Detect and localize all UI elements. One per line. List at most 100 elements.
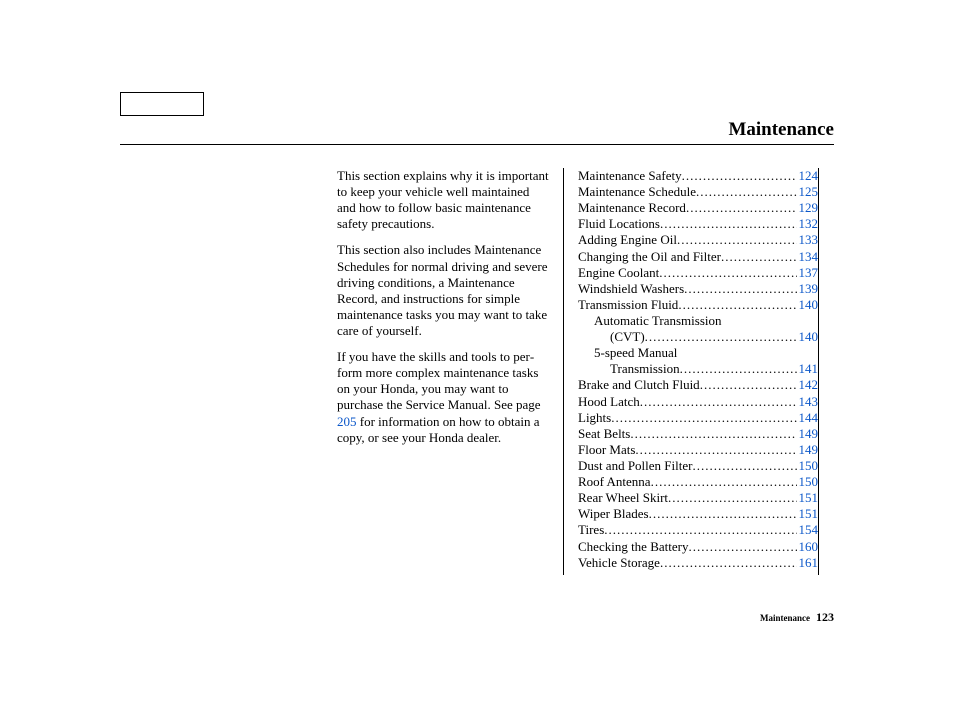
toc-entry: Dust and Pollen Filter..................…: [578, 458, 818, 474]
toc-label: Windshield Washers: [578, 281, 684, 297]
toc-page-link[interactable]: 151: [799, 506, 819, 522]
toc-label: Floor Mats: [578, 442, 635, 458]
toc-label: Checking the Battery: [578, 539, 688, 555]
toc-entry: Changing the Oil and Filter.............…: [578, 249, 818, 265]
toc-leader-dots: ........................................…: [677, 232, 797, 248]
toc-leader-dots: ........................................…: [692, 458, 796, 474]
toc-entry: Windshield Washers......................…: [578, 281, 818, 297]
toc-leader-dots: ........................................…: [611, 410, 796, 426]
toc-leader-dots: ........................................…: [682, 168, 797, 184]
section-title: Maintenance: [728, 119, 834, 141]
toc-leader-dots: ........................................…: [630, 426, 796, 442]
intro-para-3: If you have the skills and tools to per­…: [337, 349, 549, 446]
toc-entry: Checking the Battery....................…: [578, 539, 818, 555]
toc-page-link[interactable]: 140: [799, 297, 819, 313]
toc-leader-dots: ........................................…: [640, 394, 797, 410]
toc-leader-dots: ........................................…: [660, 555, 797, 571]
toc-page-link[interactable]: 134: [799, 249, 819, 265]
toc-page-link[interactable]: 143: [799, 394, 819, 410]
header-box: [120, 92, 204, 116]
toc-page-link[interactable]: 125: [799, 184, 819, 200]
toc-label: Automatic Transmission: [594, 313, 722, 329]
toc-page-link[interactable]: 150: [799, 474, 819, 490]
title-rule: [120, 144, 834, 145]
toc-label: Maintenance Record: [578, 200, 686, 216]
toc-entry: Rear Wheel Skirt........................…: [578, 490, 818, 506]
toc-entry: Floor Mats..............................…: [578, 442, 818, 458]
toc-page-link[interactable]: 142: [799, 377, 819, 393]
intro-column: This section explains why it is importan…: [337, 168, 564, 575]
intro-para-2: This section also includes Maintenance S…: [337, 242, 549, 339]
toc-label: Fluid Locations: [578, 216, 660, 232]
footer-section: Maintenance: [760, 613, 810, 623]
toc-page-link[interactable]: 149: [799, 426, 819, 442]
toc-leader-dots: ........................................…: [700, 377, 797, 393]
toc-entry: Adding Engine Oil.......................…: [578, 232, 818, 248]
toc-leader-dots: ........................................…: [684, 281, 796, 297]
toc-label: Adding Engine Oil: [578, 232, 677, 248]
toc-entry: Hood Latch..............................…: [578, 394, 818, 410]
toc-label: Tires: [578, 522, 604, 538]
toc-label: Brake and Clutch Fluid: [578, 377, 700, 393]
toc-leader-dots: ........................................…: [696, 184, 796, 200]
toc-page-link[interactable]: 141: [799, 361, 819, 377]
toc-page-link[interactable]: 150: [799, 458, 819, 474]
toc-label: Roof Antenna: [578, 474, 651, 490]
toc-entry-cont: Transmission............................…: [578, 361, 818, 377]
toc-entry: Maintenance Record......................…: [578, 200, 818, 216]
toc-page-link[interactable]: 161: [799, 555, 819, 571]
toc-label: Hood Latch: [578, 394, 640, 410]
toc-entry: Seat Belts..............................…: [578, 426, 818, 442]
toc-page-link[interactable]: 140: [799, 329, 819, 345]
toc-page-link[interactable]: 154: [799, 522, 819, 538]
toc-page-link[interactable]: 139: [799, 281, 819, 297]
toc-entry: 5-speed Manual: [578, 345, 818, 361]
page-link-205[interactable]: 205: [337, 414, 357, 429]
toc-page-link[interactable]: 133: [799, 232, 819, 248]
toc-label: Seat Belts: [578, 426, 630, 442]
toc-entry: Vehicle Storage.........................…: [578, 555, 818, 571]
toc-label: Changing the Oil and Filter: [578, 249, 721, 265]
toc-page-link[interactable]: 151: [799, 490, 819, 506]
toc-leader-dots: ........................................…: [649, 506, 797, 522]
manual-page: Maintenance This section explains why it…: [0, 0, 954, 710]
footer-page-number: 123: [816, 610, 834, 624]
toc-leader-dots: ........................................…: [645, 329, 797, 345]
toc-label: 5-speed Manual: [594, 345, 677, 361]
toc-entry: Engine Coolant..........................…: [578, 265, 818, 281]
toc-leader-dots: ........................................…: [660, 216, 797, 232]
toc-label: Transmission Fluid: [578, 297, 678, 313]
toc-leader-dots: ........................................…: [659, 265, 796, 281]
toc-entry: Transmission Fluid......................…: [578, 297, 818, 313]
page-footer: Maintenance 123: [760, 610, 834, 625]
intro-para-3a: If you have the skills and tools to per­…: [337, 349, 541, 412]
toc-leader-dots: ........................................…: [678, 297, 796, 313]
toc-label: Rear Wheel Skirt: [578, 490, 668, 506]
toc-label: (CVT): [610, 329, 645, 345]
toc-page-link[interactable]: 129: [799, 200, 819, 216]
toc-leader-dots: ........................................…: [651, 474, 797, 490]
content-columns: This section explains why it is importan…: [337, 168, 834, 575]
toc-leader-dots: ........................................…: [668, 490, 796, 506]
toc-page-link[interactable]: 149: [799, 442, 819, 458]
toc-page-link[interactable]: 124: [799, 168, 819, 184]
toc-leader-dots: ........................................…: [680, 361, 797, 377]
toc-label: Wiper Blades: [578, 506, 649, 522]
toc-page-link[interactable]: 160: [799, 539, 819, 555]
toc-label: Transmission: [610, 361, 680, 377]
toc-page-link[interactable]: 132: [799, 216, 819, 232]
toc-page-link[interactable]: 144: [799, 410, 819, 426]
toc-leader-dots: ........................................…: [604, 522, 796, 538]
toc-entry: Roof Antenna............................…: [578, 474, 818, 490]
toc-label: Lights: [578, 410, 611, 426]
toc-entry: Maintenance Schedule....................…: [578, 184, 818, 200]
intro-para-1: This section explains why it is importan…: [337, 168, 549, 232]
toc-entry: Brake and Clutch Fluid..................…: [578, 377, 818, 393]
toc-column: Maintenance Safety......................…: [564, 168, 819, 575]
toc-entry: Lights..................................…: [578, 410, 818, 426]
toc-entry: Wiper Blades............................…: [578, 506, 818, 522]
toc-entry: Tires...................................…: [578, 522, 818, 538]
toc-page-link[interactable]: 137: [799, 265, 819, 281]
toc-label: Vehicle Storage: [578, 555, 660, 571]
toc-label: Engine Coolant: [578, 265, 659, 281]
